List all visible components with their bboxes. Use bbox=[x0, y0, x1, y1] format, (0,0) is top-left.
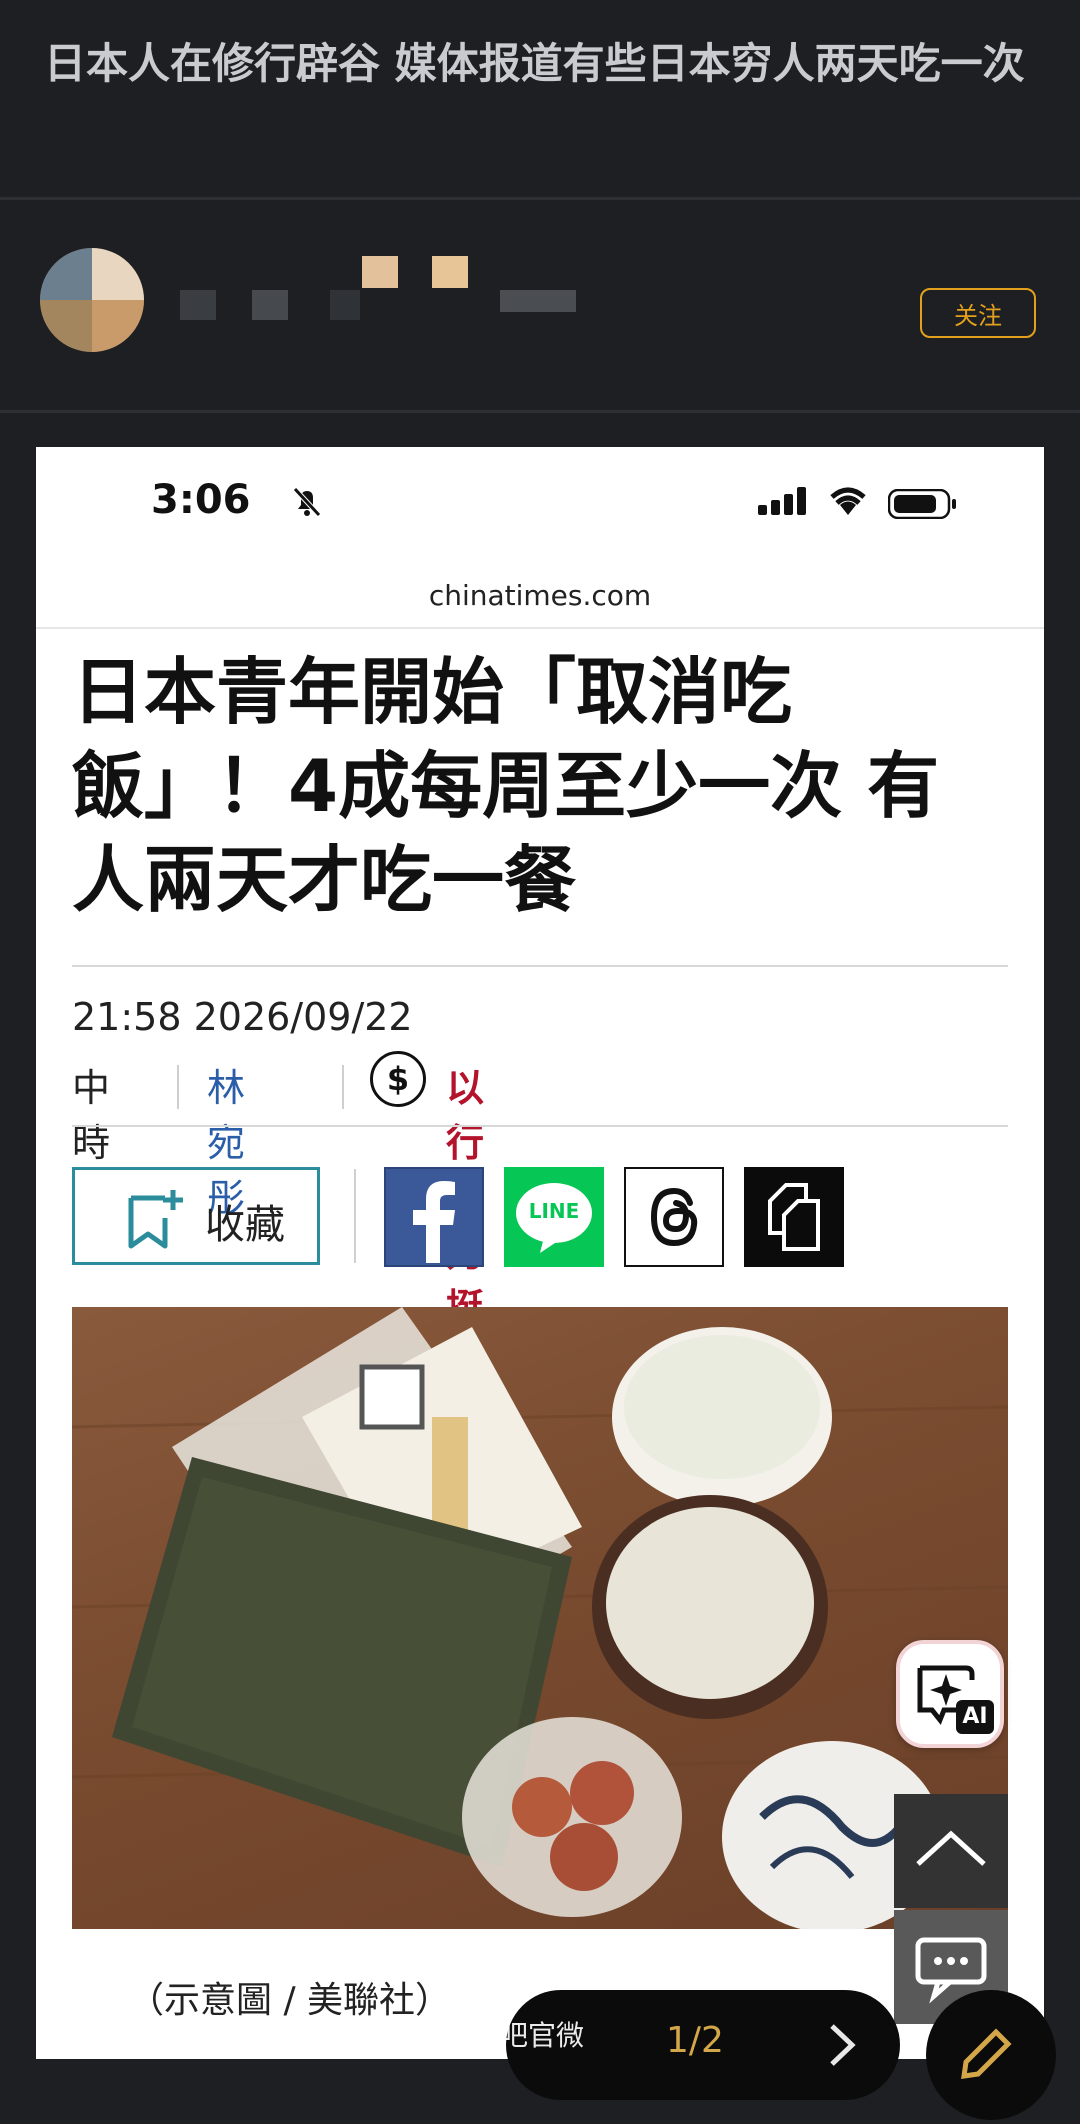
screenshot-image[interactable]: 3:06 chinatimes.com 日本青年開始「取消吃飯」！4成每周至少一… bbox=[36, 447, 1044, 2059]
edit-button[interactable] bbox=[926, 1990, 1056, 2120]
copy-link-button[interactable] bbox=[744, 1167, 844, 1267]
chevron-up-icon bbox=[916, 1830, 986, 1866]
author-name-redacted bbox=[252, 290, 288, 320]
author-name-redacted bbox=[180, 290, 216, 320]
divider bbox=[0, 410, 1080, 413]
battery-icon bbox=[888, 489, 956, 519]
divider bbox=[354, 1169, 356, 1263]
ai-badge: AI bbox=[956, 1700, 994, 1734]
wifi-icon bbox=[830, 487, 866, 515]
threads-share-button[interactable] bbox=[624, 1167, 724, 1267]
line-label: LINE bbox=[528, 1199, 580, 1223]
divider bbox=[72, 1125, 1008, 1127]
article-source: 中時 bbox=[72, 1066, 111, 1165]
pager-counter: 1/2 bbox=[666, 2020, 724, 2061]
threads-icon bbox=[650, 1187, 698, 1247]
author-name-redacted bbox=[432, 256, 468, 288]
post-title: 日本人在修行辟谷 媒体报道有些日本穷人两天吃一次 bbox=[44, 39, 1025, 88]
avatar[interactable] bbox=[40, 248, 144, 352]
author-name-redacted bbox=[362, 256, 398, 288]
author-name-redacted bbox=[330, 290, 360, 320]
food-photo-illustration bbox=[72, 1307, 1008, 1929]
bookmark-add-icon bbox=[128, 1190, 183, 1249]
watermark: @帝吧官微 bbox=[444, 2019, 585, 2052]
article-datetime: 21:58 2026/09/22 bbox=[72, 995, 413, 1039]
facebook-icon bbox=[413, 1181, 455, 1263]
line-share-button[interactable]: LINE bbox=[504, 1167, 604, 1267]
article-headline: 日本青年開始「取消吃飯」！4成每周至少一次 有人兩天才吃一餐 bbox=[72, 650, 940, 922]
dollar-icon[interactable]: $ bbox=[370, 1051, 426, 1107]
collect-button[interactable]: 收藏 bbox=[72, 1167, 320, 1265]
photo-caption: （示意圖 / 美聯社） bbox=[128, 1980, 452, 2021]
edit-icon bbox=[961, 2028, 1012, 2079]
copy-icon bbox=[768, 1183, 820, 1251]
article-photo bbox=[72, 1307, 1008, 1929]
url-bar: chinatimes.com bbox=[428, 579, 652, 612]
follow-button[interactable]: 关注 bbox=[920, 288, 1036, 338]
author-bar: 关注 bbox=[0, 200, 1080, 410]
collect-label: 收藏 bbox=[205, 1202, 285, 1248]
facebook-share-button[interactable] bbox=[384, 1167, 484, 1267]
ai-assistant-button[interactable]: AI bbox=[896, 1640, 1004, 1748]
signal-icon bbox=[758, 487, 806, 515]
bell-mute-icon bbox=[293, 487, 321, 517]
divider bbox=[72, 965, 1008, 967]
status-time: 3:06 bbox=[151, 477, 251, 523]
divider bbox=[177, 1065, 179, 1109]
divider bbox=[342, 1065, 344, 1109]
author-name-redacted bbox=[500, 290, 576, 312]
scroll-top-button[interactable] bbox=[894, 1794, 1008, 1908]
divider bbox=[36, 627, 1044, 629]
chevron-right-icon[interactable] bbox=[822, 2020, 862, 2070]
